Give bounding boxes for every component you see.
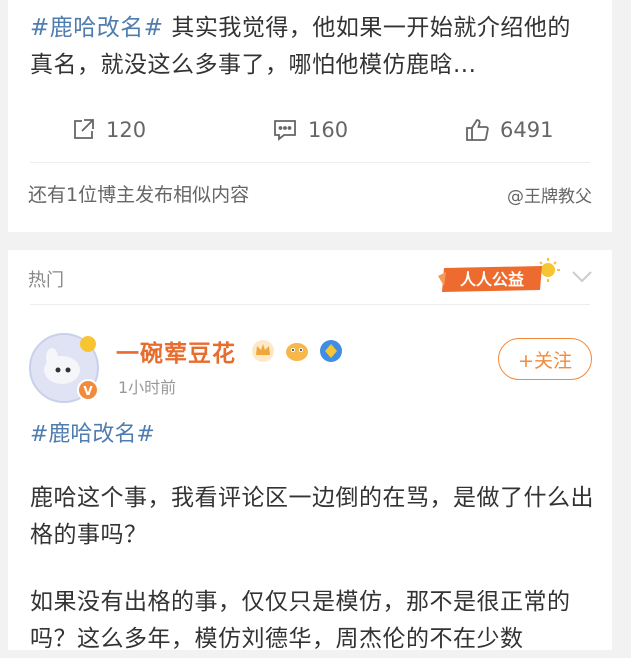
thumbs-up-icon	[466, 119, 489, 141]
post-time: 1小时前	[118, 378, 177, 397]
follow-button[interactable]: +关注	[498, 338, 592, 380]
crown-icon	[252, 340, 274, 362]
post-text[interactable]: #鹿哈改名# 其实我觉得，他如果一开始就介绍他的真名，就没这么多事了，哪怕他模仿…	[30, 10, 590, 84]
author-name[interactable]: 一碗荤豆花	[116, 334, 236, 368]
diamond-badge-icon	[320, 340, 342, 362]
section-label: 热门	[28, 270, 64, 291]
sun-icon	[80, 336, 96, 352]
comment-count: 160	[308, 118, 349, 142]
comment-button[interactable]: 160	[272, 108, 348, 152]
similar-user-link[interactable]: @王牌教父	[507, 182, 592, 207]
post-paragraph: 鹿哈这个事，我看评论区一边倒的在骂，是做了什么出格的事吗？	[30, 485, 594, 548]
charity-badge[interactable]: 人人公益	[436, 256, 564, 300]
puffer-icon	[286, 343, 308, 361]
badge-text: 人人公益	[460, 270, 524, 289]
avatar[interactable]: V	[28, 328, 106, 406]
post-paragraph: 如果没有出格的事，仅仅只是模仿，那不是很正常的吗？这么多年，模仿刘德华，周杰伦的…	[30, 589, 571, 652]
similar-content-row[interactable]: 还有1位博主发布相似内容 @王牌教父	[8, 172, 612, 216]
post-card: 热门 人人公益 V 一碗荤豆花 1小时前 +关注 #鹿哈改名# 鹿哈这个事，我看…	[8, 250, 612, 652]
topic-link[interactable]: #鹿哈改名#	[30, 15, 164, 41]
repost-count: 120	[106, 118, 147, 142]
chevron-down-icon[interactable]	[570, 268, 594, 286]
like-count: 6491	[500, 118, 554, 142]
divider	[30, 162, 590, 163]
comment-icon	[274, 120, 296, 141]
like-button[interactable]: 6491	[464, 108, 553, 152]
share-icon	[74, 119, 94, 139]
divider	[30, 304, 590, 305]
post-actions: 120 160 6491	[8, 108, 612, 152]
post-card: #鹿哈改名# 其实我觉得，他如果一开始就介绍他的真名，就没这么多事了，哪怕他模仿…	[8, 0, 612, 232]
svg-text:V: V	[83, 384, 93, 398]
topic-link[interactable]: #鹿哈改名#	[30, 416, 155, 448]
repost-button[interactable]: 120	[70, 108, 146, 152]
similar-content-text: 还有1位博主发布相似内容	[28, 184, 250, 206]
